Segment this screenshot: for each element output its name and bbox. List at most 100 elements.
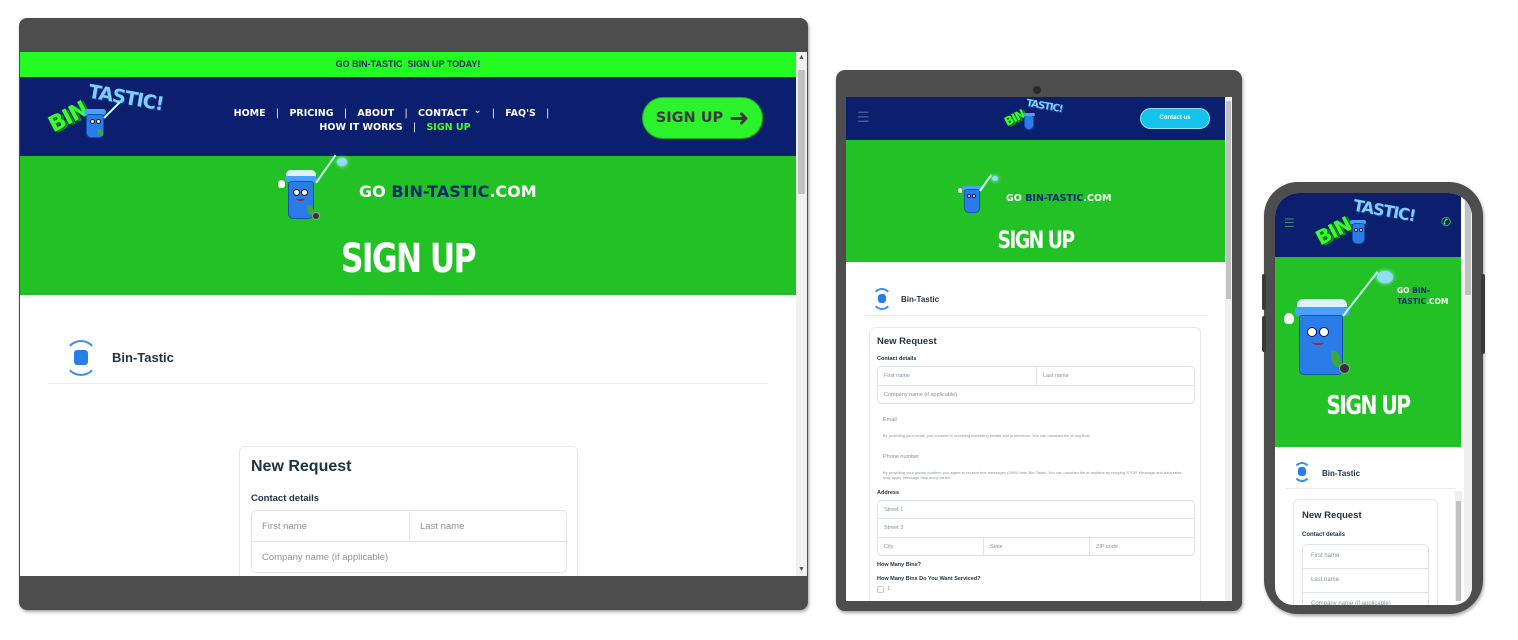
nav-separator: |	[491, 108, 495, 119]
nav-item-contact[interactable]: CONTACT	[418, 108, 468, 119]
hero-title: SIGN UP	[997, 226, 1075, 254]
business-logo	[1293, 462, 1311, 482]
business-name: Bin-Tastic	[1322, 469, 1361, 478]
address-label: Address	[877, 490, 900, 496]
nav-separator: |	[404, 108, 408, 119]
scroll-down-arrow[interactable]: ▼	[796, 564, 807, 576]
new-request-card: New Request Contact details First name L…	[1293, 499, 1438, 605]
state-input[interactable]: State	[984, 538, 1090, 556]
email-consent-hint: By providing your email, you consent to …	[883, 433, 1091, 438]
nav-item-sign-up[interactable]: SIGN UP	[426, 122, 470, 133]
last-name-input[interactable]: Last name	[1037, 367, 1194, 386]
email-input[interactable]: Email	[877, 411, 1195, 430]
main-navbar: BIN TASTIC! HOME | PRICING | ABOUT | CON…	[20, 77, 796, 156]
tablet-site-logo[interactable]: BIN TASTIC!	[1002, 98, 1072, 138]
new-request-card: New Request Contact details First name L…	[239, 446, 578, 576]
nav-item-how-it-works[interactable]: HOW IT WORKS	[319, 122, 402, 133]
phone-navbar: ☰ BIN TASTIC! ✆	[1275, 193, 1461, 257]
scrollbar-thumb[interactable]	[1226, 101, 1231, 299]
company-name-input[interactable]: Company name (if applicable)	[878, 386, 1194, 404]
scroll-up-arrow[interactable]: ▲	[796, 52, 807, 64]
nav-separator: |	[275, 108, 280, 119]
phone-call-icon[interactable]: ✆	[1441, 215, 1451, 229]
tablet-hero-banner: GO BIN-TASTIC.COM SIGN UP	[846, 140, 1225, 262]
hero-mascot-icon	[278, 154, 358, 226]
chevron-down-icon[interactable]: ⌄	[474, 106, 482, 116]
phone-form-scrollbar[interactable]	[1455, 491, 1462, 601]
hero-banner: GO BIN-TASTIC.COM SIGN UP	[20, 154, 796, 295]
hero-title: SIGN UP	[1326, 391, 1411, 421]
phone-power-button	[1481, 274, 1485, 354]
first-name-input[interactable]: First name	[1303, 545, 1428, 569]
last-name-input[interactable]: Last name	[410, 511, 566, 542]
phone-page-scrollbar[interactable]	[1464, 193, 1472, 605]
logo-mascot-icon	[1349, 219, 1377, 251]
site-logo[interactable]: BIN TASTIC!	[44, 81, 164, 151]
business-logo	[872, 288, 892, 310]
bins-option-checkbox[interactable]	[877, 586, 884, 593]
first-name-input[interactable]: First name	[252, 511, 410, 542]
nav-separator: |	[546, 108, 550, 119]
announcement-bar: GO BIN-TASTIC SIGN UP TODAY!	[20, 52, 796, 77]
phone-screen: ☰ BIN TASTIC! ✆ GO BIN- TASTIC.COM SIGN …	[1275, 193, 1472, 605]
contact-fields-group: First name Last name Company name (if ap…	[251, 510, 567, 573]
hero-tagline: GO BIN- TASTIC.COM	[1397, 286, 1449, 306]
scrollbar-thumb[interactable]	[798, 70, 805, 194]
contact-us-button[interactable]: Contact us	[1140, 108, 1210, 129]
phone-side-button	[1262, 274, 1266, 310]
street-2-input[interactable]: Street 2	[878, 519, 1194, 538]
contact-details-label: Contact details	[251, 493, 320, 504]
scrollbar-thumb[interactable]	[1465, 199, 1471, 295]
business-header: Bin-Tastic	[1286, 459, 1456, 489]
tablet-device-frame: ☰ BIN TASTIC! Contact us GO BIN-TASTIC.C…	[836, 70, 1242, 611]
zip-code-input[interactable]: ZIP code	[1090, 538, 1194, 556]
form-title: New Request	[1302, 510, 1362, 521]
tablet-screen: ☰ BIN TASTIC! Contact us GO BIN-TASTIC.C…	[846, 97, 1232, 601]
business-name: Bin-Tastic	[112, 350, 174, 365]
phone-side-button	[1262, 316, 1266, 352]
contact-fields-group: First name Last name Company name (if ap…	[877, 366, 1195, 404]
last-name-input[interactable]: Last name	[1303, 569, 1428, 593]
street-1-input[interactable]: Street 1	[878, 501, 1194, 519]
contact-fields-group: First name Last name Company name (if ap…	[1302, 544, 1429, 605]
hero-mascot-icon	[1283, 271, 1393, 381]
nav-item-pricing[interactable]: PRICING	[289, 108, 333, 119]
nav-row-2: HOW IT WORKS | SIGN UP	[230, 121, 560, 134]
address-fields-group: Street 1 Street 2 City State ZIP code	[877, 500, 1195, 556]
nav-menu: HOME | PRICING | ABOUT | CONTACT ⌄ | FAQ…	[230, 106, 560, 134]
logo-mascot-icon	[82, 101, 122, 147]
contact-details-label: Contact details	[1302, 532, 1346, 538]
nav-row-1: HOME | PRICING | ABOUT | CONTACT ⌄ | FAQ…	[230, 106, 560, 121]
nav-separator: |	[343, 108, 348, 119]
contact-us-label: Contact us	[1159, 115, 1191, 121]
first-name-input[interactable]: First name	[878, 367, 1037, 386]
hamburger-menu-icon[interactable]: ☰	[1284, 216, 1295, 230]
hero-title: SIGN UP	[341, 236, 477, 282]
hero-tagline-brand: BIN-TASTIC	[391, 182, 490, 201]
phone-number-input[interactable]: Phone number	[877, 448, 1195, 467]
phone-hero-banner: GO BIN- TASTIC.COM SIGN UP	[1275, 257, 1461, 447]
how-many-bins-label: How Many Bins?	[877, 562, 922, 568]
arrow-right-icon: ➜	[729, 104, 750, 132]
logo-mascot-icon	[1022, 112, 1042, 136]
tablet-navbar: ☰ BIN TASTIC! Contact us	[846, 97, 1225, 140]
sign-up-cta-button[interactable]: SIGN UP ➜	[642, 97, 763, 139]
business-header: Bin-Tastic	[864, 284, 1208, 316]
company-name-input[interactable]: Company name (if applicable)	[1303, 593, 1428, 605]
scrollbar-thumb[interactable]	[1456, 501, 1461, 601]
desktop-scrollbar[interactable]: ▲ ▼	[796, 52, 807, 576]
business-header: Bin-Tastic	[48, 332, 768, 384]
nav-separator: |	[412, 122, 417, 133]
nav-item-home[interactable]: HOME	[234, 108, 266, 119]
tablet-scrollbar[interactable]	[1225, 97, 1232, 601]
company-name-input[interactable]: Company name (if applicable)	[252, 542, 566, 572]
city-input[interactable]: City	[878, 538, 984, 556]
business-name: Bin-Tastic	[901, 295, 940, 304]
hero-mascot-icon	[958, 174, 1006, 220]
phone-device-frame: ☰ BIN TASTIC! ✆ GO BIN- TASTIC.COM SIGN …	[1262, 182, 1485, 614]
hamburger-menu-icon[interactable]: ☰	[857, 109, 870, 126]
nav-item-about[interactable]: ABOUT	[357, 108, 394, 119]
phone-site-logo[interactable]: BIN TASTIC!	[1311, 196, 1425, 255]
nav-item-faqs[interactable]: FAQ'S	[505, 108, 536, 119]
bins-question-label: How Many Bins Do You Want Serviced?	[877, 576, 981, 582]
